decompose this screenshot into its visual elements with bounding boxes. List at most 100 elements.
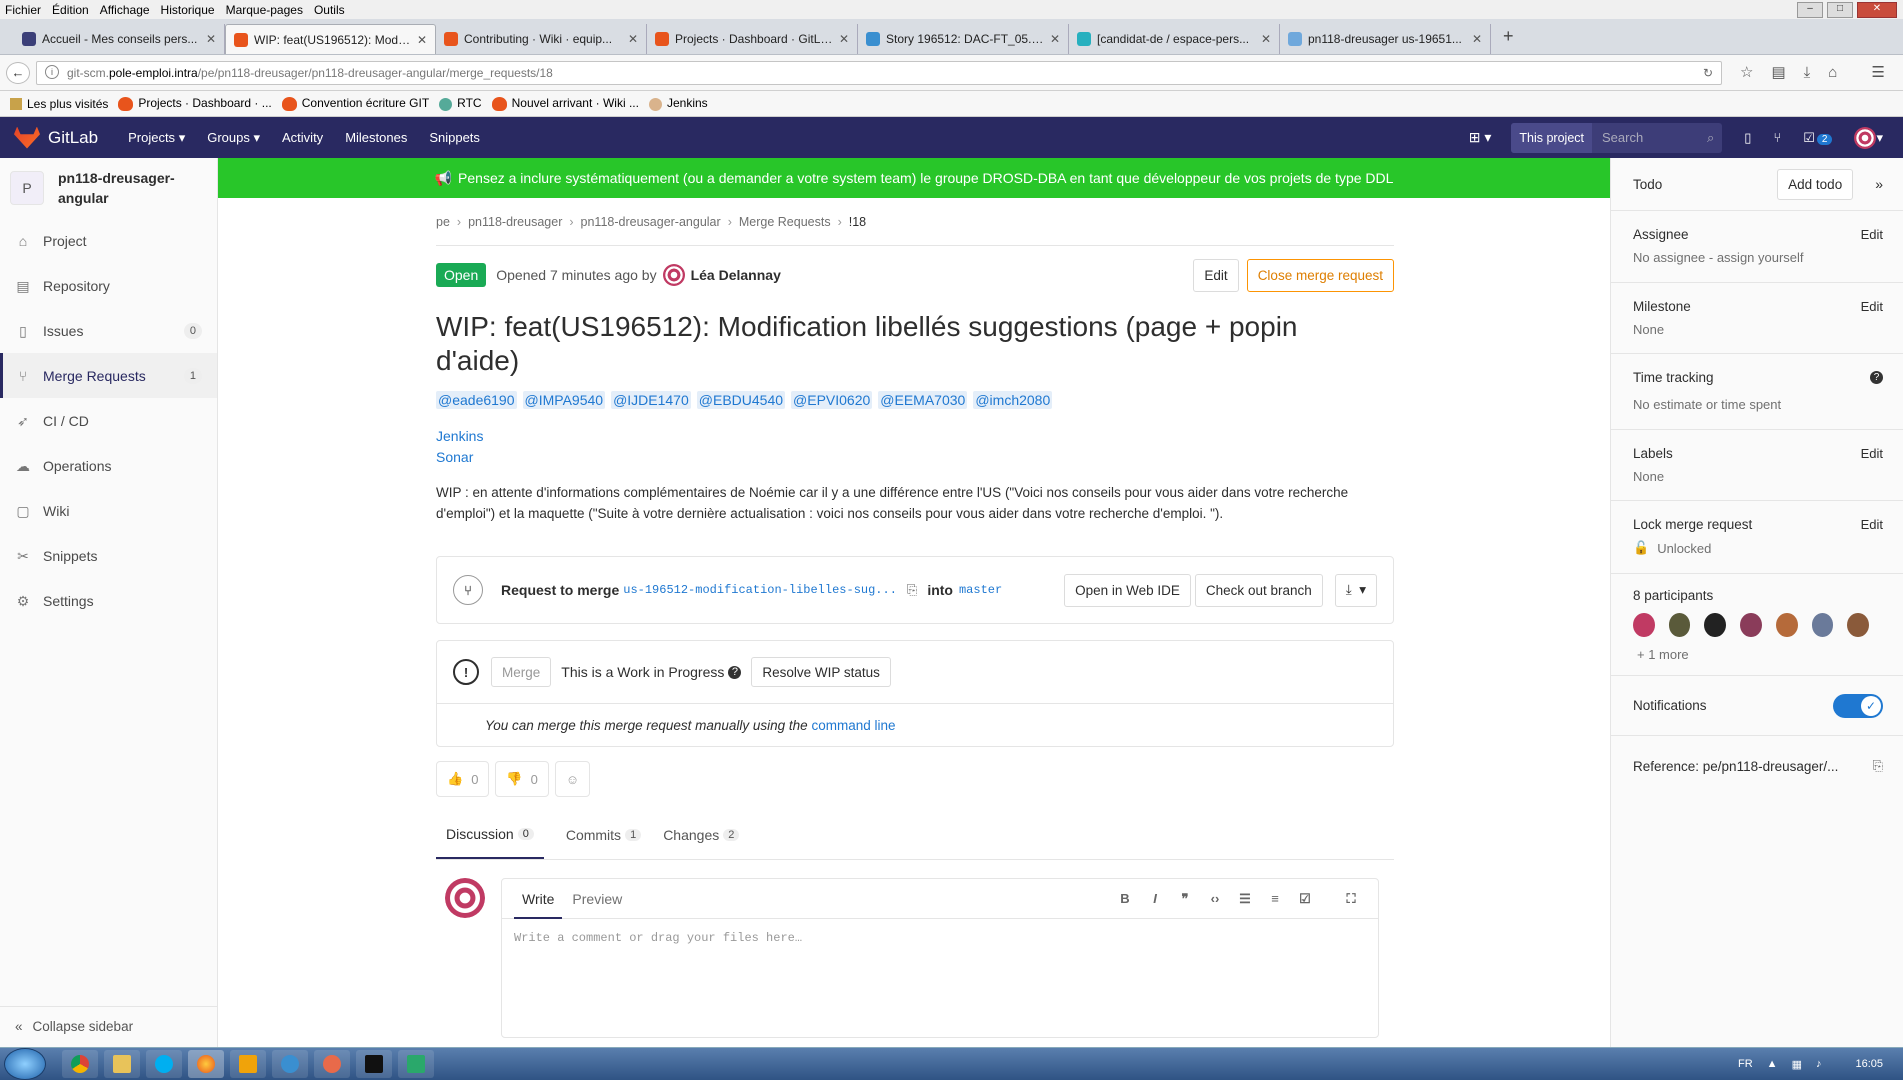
nav-activity[interactable]: Activity [282,130,323,145]
open-web-ide-button[interactable]: Open in Web IDE [1064,573,1191,607]
reload-icon[interactable]: ↻ [1703,66,1713,80]
taskbar-app[interactable] [314,1050,350,1078]
collapse-sidebar-icon[interactable]: » [1875,176,1883,192]
lock-edit-link[interactable]: Edit [1861,517,1883,532]
bold-icon[interactable]: B [1110,891,1140,906]
close-merge-request-button[interactable]: Close merge request [1246,258,1394,292]
add-todo-button[interactable]: Add todo [1777,168,1854,200]
milestone-edit-link[interactable]: Edit [1861,299,1883,314]
merge-button[interactable]: Merge [491,657,552,687]
taskbar-firefox[interactable] [188,1050,224,1078]
bookmark-item[interactable]: Projects · Dashboard · ... [118,96,272,111]
user-avatar-menu[interactable]: ▾ [1854,126,1883,149]
tab-commits[interactable]: Commits 1 [566,811,642,859]
bookmark-item[interactable]: Jenkins [648,96,708,111]
sonar-link[interactable]: Sonar [436,447,1394,468]
user-mention[interactable]: @eade6190 [436,391,517,409]
avatar[interactable] [1775,613,1798,637]
close-window-button[interactable]: ✕ [1857,1,1897,18]
close-tab-icon[interactable]: ✕ [417,33,427,47]
minimize-button[interactable]: – [1797,1,1823,18]
new-tab-button[interactable]: + [1503,26,1514,47]
sidebar-item-settings[interactable]: ⚙ Settings [0,578,217,623]
taskbar-explorer[interactable] [104,1050,140,1078]
fullscreen-icon[interactable]: ⛶ [1336,891,1366,907]
bookmark-item[interactable]: Les plus visités [10,97,108,111]
user-mention[interactable]: @imch2080 [973,391,1053,409]
source-branch[interactable]: us-196512-modification-libelles-sug... [623,583,897,597]
breadcrumb-item[interactable]: pn118-dreusager-angular [581,215,721,229]
bullet-list-icon[interactable]: ☰ [1230,891,1260,907]
nav-groups[interactable]: Groups ▾ [207,130,260,146]
gitlab-logo-icon[interactable] [14,126,40,149]
assignee-edit-link[interactable]: Edit [1861,227,1883,242]
comment-textarea[interactable]: Write a comment or drag your files here… [502,919,1378,957]
taskbar-chrome[interactable] [62,1050,98,1078]
menu-edition[interactable]: Édition [52,3,89,17]
search-scope[interactable]: This project [1511,122,1592,153]
sidebar-item-repository[interactable]: ▤ Repository [0,263,217,308]
nav-milestones[interactable]: Milestones [345,130,407,145]
assignee-value[interactable]: No assignee - assign yourself [1633,250,1883,265]
copy-branch-icon[interactable]: ⎘ [907,582,917,598]
preview-tab[interactable]: Preview [572,891,622,907]
nav-snippets[interactable]: Snippets [429,130,480,145]
menu-outils[interactable]: Outils [314,3,345,17]
merge-requests-nav-icon[interactable]: ⑂ [1773,130,1781,145]
command-line-link[interactable]: command line [811,718,895,733]
copy-reference-icon[interactable]: ⎘ [1873,758,1883,774]
download-icon[interactable]: ⤓ [1804,64,1811,81]
info-icon[interactable]: i [45,65,59,79]
code-icon[interactable]: ‹› [1200,891,1230,906]
user-mention[interactable]: @EBDU4540 [696,391,786,409]
breadcrumb-item[interactable]: !18 [849,215,866,229]
avatar[interactable] [1668,613,1691,637]
thumbs-down-button[interactable]: 👎 0 [495,761,549,797]
current-user-avatar[interactable] [445,878,485,918]
breadcrumb-item[interactable]: pn118-dreusager [468,215,562,229]
close-tab-icon[interactable]: ✕ [1472,32,1482,46]
browser-tab[interactable]: Projects · Dashboard · GitLab ✕ [647,24,858,54]
nav-projects[interactable]: Projects ▾ [128,130,185,146]
gitlab-brand[interactable]: GitLab [48,128,98,148]
bookmark-item[interactable]: Nouvel arrivant · Wiki ... [491,96,639,111]
home-icon[interactable]: ⌂ [1828,64,1837,81]
clock[interactable]: 16:05 [1855,1058,1883,1070]
browser-tab[interactable]: Accueil - Mes conseils pers... ✕ [14,24,225,54]
task-list-icon[interactable]: ☑ [1290,891,1320,907]
project-avatar[interactable]: P [10,171,44,205]
web-ide-icon[interactable]: ▯ [1744,130,1751,146]
menu-marque-pages[interactable]: Marque-pages [226,3,303,17]
sidebar-item-wiki[interactable]: ▢ Wiki [0,488,217,533]
taskbar-terminal[interactable] [398,1050,434,1078]
sidebar-item-issues[interactable]: ▯ Issues 0 [0,308,217,353]
quote-icon[interactable]: ❞ [1170,891,1200,907]
browser-tab[interactable]: Story 196512: DAC-FT_05.2... ✕ [858,24,1069,54]
avatar[interactable] [1704,613,1727,637]
close-tab-icon[interactable]: ✕ [1050,32,1060,46]
menu-affichage[interactable]: Affichage [100,3,150,17]
url-bar[interactable]: i git-scm. pole-emploi.intra/pe/pn118-dre… [36,61,1722,85]
browser-tab[interactable]: [candidat-de / espace-pers... ✕ [1069,24,1280,54]
write-tab[interactable]: Write [514,879,563,919]
breadcrumb-item[interactable]: pe [436,215,450,229]
sidebar-item-operations[interactable]: ☁ Operations [0,443,217,488]
search-input[interactable]: Search [1592,130,1707,145]
resolve-wip-button[interactable]: Resolve WIP status [751,657,891,687]
user-mention[interactable]: @IMPA9540 [522,391,606,409]
volume-icon[interactable]: ♪ [1816,1058,1822,1070]
search-box[interactable]: This project Search ⌕ [1511,122,1723,153]
project-name[interactable]: pn118-dreusager-angular [58,168,188,208]
sidebar-item-snippets[interactable]: ✂ Snippets [0,533,217,578]
more-participants-link[interactable]: + 1 more [1633,647,1883,662]
taskbar-app[interactable] [272,1050,308,1078]
add-reaction-button[interactable]: ☺ [554,761,591,797]
bookmark-item[interactable]: Convention écriture GIT [281,96,429,111]
avatar[interactable] [1811,613,1834,637]
jenkins-link[interactable]: Jenkins [436,426,1394,447]
plus-menu-icon[interactable]: ⊞ ▾ [1469,129,1492,146]
close-tab-icon[interactable]: ✕ [839,32,849,46]
user-mention[interactable]: @IJDE1470 [611,391,691,409]
browser-tab[interactable]: pn118-dreusager us-19651... ✕ [1280,24,1491,54]
taskbar-outlook[interactable] [230,1050,266,1078]
